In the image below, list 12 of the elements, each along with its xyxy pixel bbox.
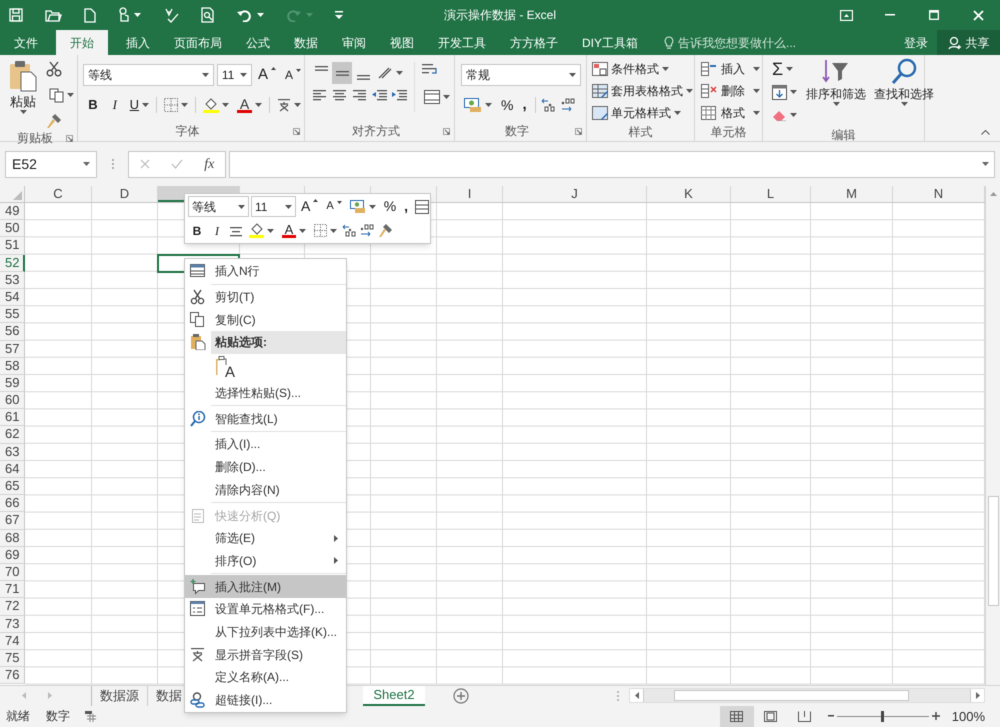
- menu-item: 快速分析(Q): [185, 504, 346, 527]
- group-label: 数字: [505, 123, 529, 140]
- group-label: 编辑: [832, 127, 856, 144]
- status-text: 数字: [46, 708, 70, 726]
- menu-section-header: 粘贴选项:: [211, 331, 346, 354]
- group-label: 对齐方式: [352, 123, 400, 140]
- group-label: 剪贴板: [17, 130, 53, 147]
- window-title: 演示操作数据 - Excel: [442, 7, 557, 24]
- group-label: 字体: [176, 123, 200, 140]
- group-label: 样式: [628, 124, 652, 141]
- group-label: 单元格: [710, 124, 746, 141]
- status-text: 就绪: [6, 708, 30, 726]
